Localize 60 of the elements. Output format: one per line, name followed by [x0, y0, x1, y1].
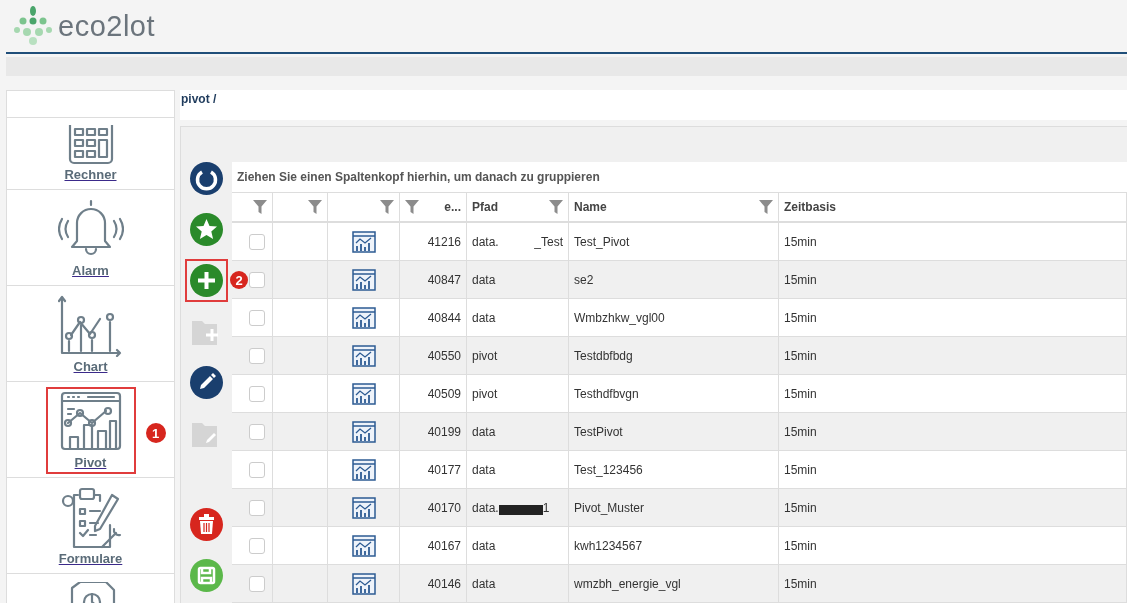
sidebar-label[interactable]: Formulare: [58, 551, 123, 566]
sidebar-item[interactable]: Pivot 1: [6, 382, 175, 478]
table-cell: Pivot_Muster: [574, 500, 645, 515]
table-cell: _Test: [534, 234, 563, 249]
column-header[interactable]: Zeitbasis: [784, 200, 1121, 214]
table-cell: TestPivot: [574, 424, 623, 439]
table-cell: 40167: [427, 538, 461, 553]
sidebar-label[interactable]: Chart: [73, 359, 108, 374]
step-badge: 1: [145, 423, 166, 443]
table-cell: data: [472, 462, 496, 477]
table-cell: 40509: [427, 386, 461, 401]
table-cell: 40550: [427, 348, 461, 363]
table-cell: Test_123456: [574, 462, 643, 477]
table-cell: pivot: [472, 386, 498, 401]
sidebar-item[interactable]: Alarm: [6, 190, 175, 286]
table-cell: data: [472, 272, 496, 287]
sidebar-label[interactable]: Alarm: [72, 263, 109, 278]
table-cell: kwh1234567: [574, 538, 643, 553]
sidebar-item[interactable]: Rechner: [6, 118, 175, 190]
table-cell: 15min: [784, 234, 817, 249]
sidebar-item[interactable]: Chart: [6, 286, 175, 382]
logo-text: eco2lot: [58, 9, 155, 43]
table-cell: data: [472, 538, 496, 553]
table-cell: 40146: [427, 576, 461, 591]
table-cell: wmzbh_energie_vgl: [574, 576, 681, 591]
table-cell: 40199: [427, 424, 461, 439]
table-cell: 15min: [784, 424, 817, 439]
table-cell: 15min: [784, 310, 817, 325]
table-cell: 40177: [427, 462, 461, 477]
table-cell: 15min: [784, 500, 817, 515]
table-cell: Testdbfbdg: [574, 348, 633, 363]
table-cell: 15min: [784, 348, 817, 363]
table-cell: Testhdfbvgn: [574, 386, 639, 401]
column-header[interactable]: e...: [423, 200, 461, 214]
table-cell: data.: [472, 500, 499, 515]
table-cell: 15min: [784, 386, 817, 401]
table-cell: 40170: [427, 500, 461, 515]
breadcrumb: pivot /: [180, 90, 1127, 120]
table-cell: Wmbzhkw_vgl00: [574, 310, 665, 325]
table-cell: 15min: [784, 272, 817, 287]
table-cell: 15min: [784, 462, 817, 477]
table-cell: data: [472, 310, 496, 325]
table-cell: 15min: [784, 576, 817, 591]
sidebar-item[interactable]: Formulare: [6, 478, 175, 574]
table-cell: pivot: [472, 348, 498, 363]
table-cell: data: [472, 424, 496, 439]
table-cell: 1: [542, 500, 550, 515]
table-cell: 40847: [427, 272, 461, 287]
sidebar-label[interactable]: Pivot: [74, 455, 107, 470]
table-cell: 40844: [427, 310, 461, 325]
table-cell: data: [472, 576, 496, 591]
sidebar-label[interactable]: Rechner: [64, 167, 117, 182]
table-cell: Test_Pivot: [574, 234, 630, 249]
table-cell: 15min: [784, 538, 817, 553]
table-cell: 41216: [427, 234, 461, 249]
column-header[interactable]: Name: [574, 200, 755, 214]
table-cell: se2: [574, 272, 594, 287]
column-header[interactable]: Pfad: [472, 200, 545, 214]
step-badge: 2: [230, 271, 248, 289]
table-cell: data.: [472, 234, 499, 249]
